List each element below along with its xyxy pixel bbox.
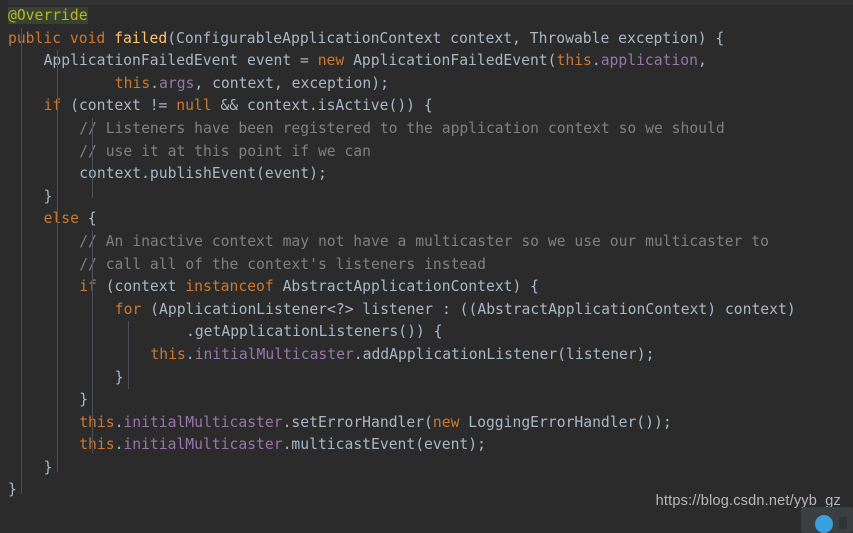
code-token: (ConfigurableApplicationContext context,… xyxy=(167,29,725,47)
code-token: // An inactive context may not have a mu… xyxy=(79,232,769,250)
code-token: // use it at this point if we can xyxy=(79,142,371,160)
code-token: initialMulticaster xyxy=(194,345,354,363)
code-line[interactable]: // An inactive context may not have a mu… xyxy=(0,231,853,254)
code-token: ApplicationFailedEvent event = xyxy=(43,52,318,70)
code-token: .addApplicationListener(listener); xyxy=(353,345,655,363)
code-token: public xyxy=(8,29,62,47)
code-line[interactable]: context.publishEvent(event); xyxy=(0,163,853,186)
code-line[interactable]: this.initialMulticaster.setErrorHandler(… xyxy=(0,412,853,435)
code-line[interactable]: } xyxy=(0,457,853,480)
code-token: for xyxy=(114,300,142,318)
code-line[interactable]: } xyxy=(0,186,853,209)
code-token: { xyxy=(78,210,97,228)
code-token: } xyxy=(43,458,53,476)
code-token: , xyxy=(697,52,707,70)
code-token: } xyxy=(79,391,89,409)
code-token: initialMulticaster xyxy=(123,436,283,454)
code-line[interactable]: // call all of the context's listeners i… xyxy=(0,254,853,277)
code-token: (context != xyxy=(61,97,177,115)
code-token: // Listeners have been registered to the… xyxy=(79,119,725,137)
code-line[interactable]: else { xyxy=(0,208,853,231)
code-line[interactable]: // use it at this point if we can xyxy=(0,141,853,164)
code-line[interactable]: this.args, context, exception); xyxy=(0,73,853,96)
code-token: .multicastEvent(event); xyxy=(282,436,486,454)
code-token: void xyxy=(69,29,106,47)
code-token: failed xyxy=(114,29,168,47)
code-token: ApplicationFailedEvent( xyxy=(344,52,557,70)
code-token: } xyxy=(114,368,124,386)
code-token: .getApplicationListeners()) { xyxy=(186,323,443,341)
code-line[interactable]: if (context instanceof AbstractApplicati… xyxy=(0,276,853,299)
code-token: } xyxy=(43,187,53,205)
indent-guide-line xyxy=(92,231,93,453)
code-line[interactable]: public void failed(ConfigurableApplicati… xyxy=(0,28,853,51)
code-token: new xyxy=(317,52,345,70)
code-token: context.publishEvent(event); xyxy=(79,165,327,183)
code-token: && context.isActive()) { xyxy=(211,97,433,115)
code-token: . xyxy=(185,345,195,363)
code-token: initialMulticaster xyxy=(123,413,283,431)
code-token: new xyxy=(432,413,460,431)
code-token: application xyxy=(600,52,698,70)
code-token: if xyxy=(79,278,97,296)
code-line[interactable]: @Override xyxy=(0,5,853,28)
code-token: . xyxy=(591,52,601,70)
code-token: null xyxy=(176,97,212,115)
code-token: } xyxy=(8,481,17,499)
code-token: this xyxy=(79,413,115,431)
indent-guide-line xyxy=(128,321,129,389)
code-token: // call all of the context's listeners i… xyxy=(79,255,486,273)
code-token: , context, exception); xyxy=(194,74,389,92)
code-line[interactable]: this.initialMulticaster.multicastEvent(e… xyxy=(0,434,853,457)
code-editor[interactable]: @Override public void failed(Configurable… xyxy=(0,0,853,533)
code-token: instanceof xyxy=(185,278,274,296)
code-token: args xyxy=(159,74,195,92)
code-token: @Override xyxy=(8,7,88,24)
code-token: this xyxy=(556,52,592,70)
code-token: LoggingErrorHandler()); xyxy=(459,413,672,431)
code-token: (ApplicationListener<?> listener : ((Abs… xyxy=(141,300,796,318)
code-line[interactable]: } xyxy=(0,389,853,412)
code-token: if xyxy=(43,97,62,115)
code-line[interactable]: for (ApplicationListener<?> listener : (… xyxy=(0,299,853,322)
code-token: this xyxy=(79,436,115,454)
code-token: else xyxy=(43,210,79,228)
code-line[interactable]: // Listeners have been registered to the… xyxy=(0,118,853,141)
code-line[interactable]: ApplicationFailedEvent event = new Appli… xyxy=(0,50,853,73)
indent-guide-line xyxy=(57,50,58,472)
indent-guide-line xyxy=(21,28,22,494)
code-token: . xyxy=(150,74,160,92)
code-token: (context xyxy=(96,278,186,296)
avatar-notch xyxy=(839,517,847,529)
code-token: AbstractApplicationContext) { xyxy=(273,278,540,296)
indent-guide-line xyxy=(92,118,93,198)
code-content[interactable]: @Override public void failed(Configurable… xyxy=(0,5,853,523)
code-token: this xyxy=(114,74,151,92)
code-line[interactable]: if (context != null && context.isActive(… xyxy=(0,95,853,118)
avatar-circle xyxy=(815,515,833,533)
code-token: .setErrorHandler( xyxy=(282,413,433,431)
csdn-avatar-icon xyxy=(801,507,853,533)
code-token: this xyxy=(150,345,186,363)
